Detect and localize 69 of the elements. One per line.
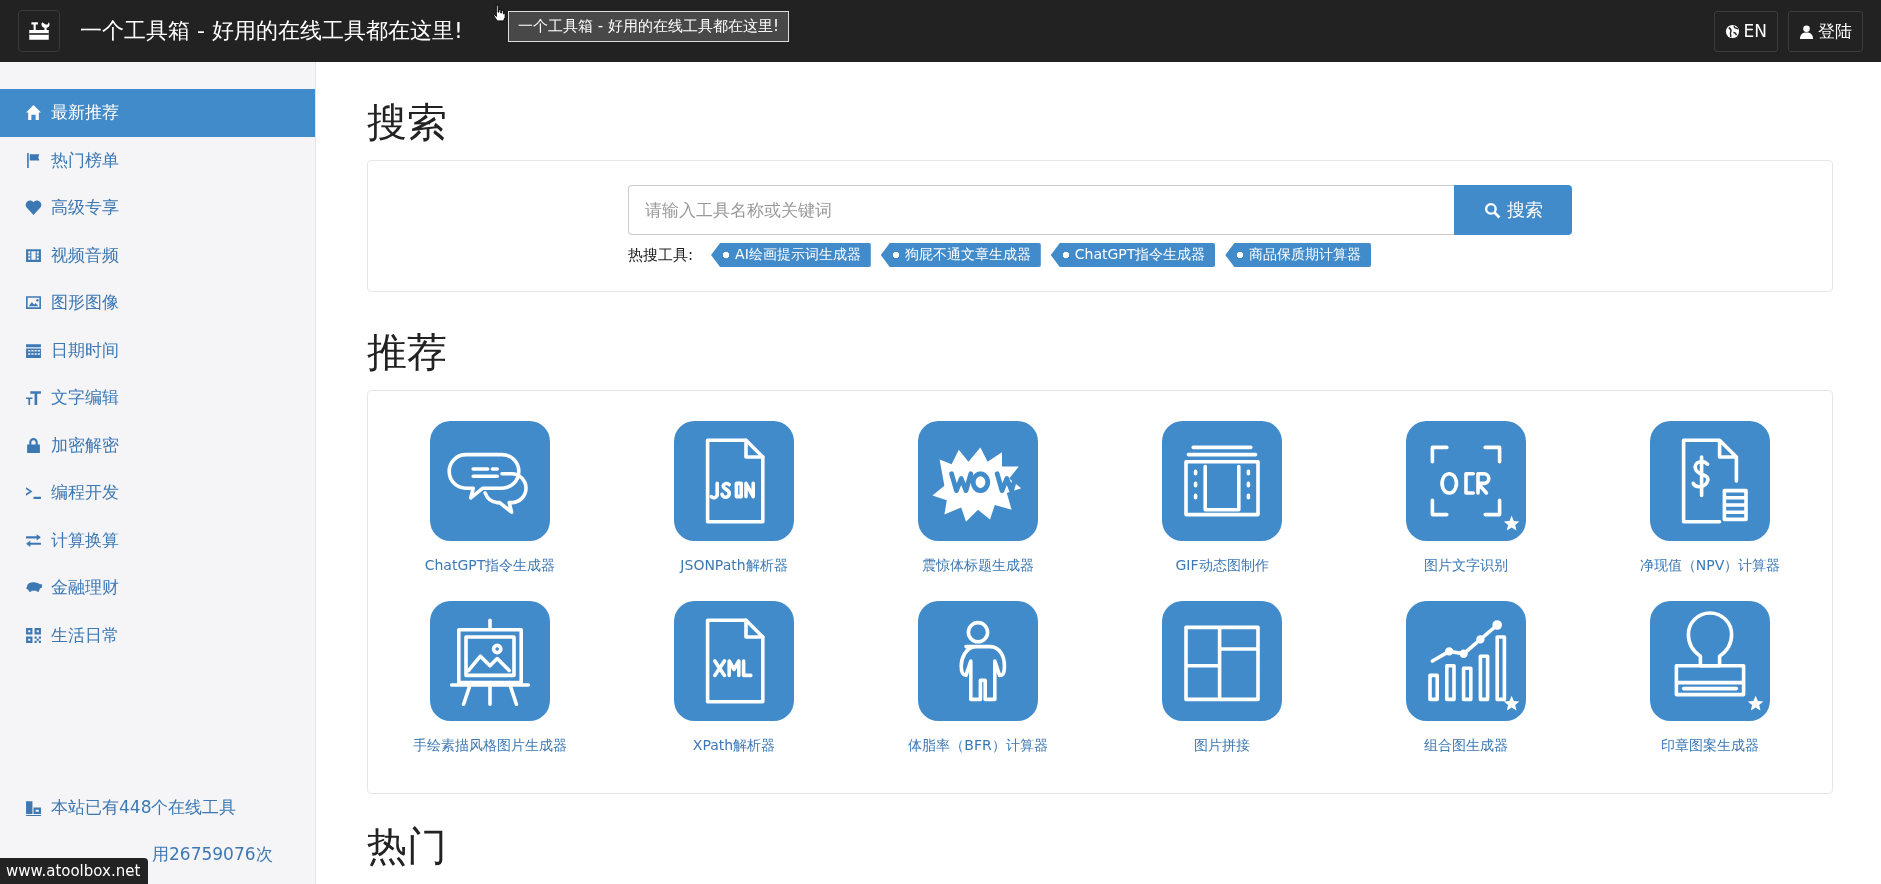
sidebar-item[interactable]: 高级专享: [0, 184, 315, 232]
terminal-icon: [25, 484, 42, 502]
person-icon[interactable]: [918, 601, 1038, 721]
status-url: www.atoolbox.net: [0, 858, 149, 884]
tool-count-text: 本站已有448个在线工具: [51, 796, 237, 819]
sidebar-item[interactable]: 热门榜单: [0, 136, 315, 184]
hot-search-label: 热搜工具:: [628, 245, 694, 265]
layout-grid-icon[interactable]: [1162, 601, 1282, 721]
dollar-file-icon[interactable]: [1650, 421, 1770, 541]
qr-code-icon: [25, 626, 42, 644]
tool-name[interactable]: GIF动态图制作: [1175, 557, 1269, 575]
ocr-scan-icon[interactable]: [1406, 421, 1526, 541]
tooltip: 一个工具箱 - 好用的在线工具都在这里!: [508, 11, 789, 42]
sidebar-item[interactable]: 金融理财: [0, 564, 315, 612]
search-field[interactable]: 请输入工具名称或关键词: [628, 185, 1454, 235]
bar-chart-icon[interactable]: [1406, 601, 1526, 721]
tool-name[interactable]: XPath解析器: [692, 737, 776, 755]
tool-name[interactable]: 图片拼接: [1194, 737, 1250, 755]
globe-icon: [1724, 23, 1740, 39]
sidebar-item[interactable]: 计算换算: [0, 516, 315, 564]
hot-tag[interactable]: ChatGPT指令生成器: [1050, 243, 1216, 267]
sidebar-item[interactable]: 最新推荐: [0, 89, 315, 137]
section-heading: 搜索: [367, 98, 448, 146]
film-frame-icon[interactable]: [1162, 421, 1282, 541]
language-button[interactable]: EN: [1713, 10, 1778, 52]
lock-icon: [25, 436, 42, 454]
easel-icon[interactable]: [430, 601, 550, 721]
sidebar-item[interactable]: 加密解密: [0, 421, 315, 469]
tool-name[interactable]: 组合图生成器: [1424, 737, 1508, 755]
section-heading: 热门: [367, 822, 448, 870]
section-heading: 推荐: [367, 328, 448, 376]
json-file-icon[interactable]: [674, 421, 794, 541]
tool-name[interactable]: 手绘素描风格图片生成器: [413, 737, 567, 755]
login-button[interactable]: 登陆: [1788, 10, 1863, 52]
home-icon: [25, 104, 42, 122]
tool-name[interactable]: 震惊体标题生成器: [922, 557, 1034, 575]
building-icon: [25, 799, 42, 816]
tool-name[interactable]: ChatGPT指令生成器: [424, 557, 556, 575]
toolbox-logo-icon[interactable]: [18, 10, 60, 52]
sidebar-item[interactable]: 图形图像: [0, 279, 315, 327]
search-icon: [1483, 201, 1501, 219]
hot-tag[interactable]: AI绘画提示词生成器: [711, 243, 871, 267]
tool-name[interactable]: 图片文字识别: [1424, 557, 1508, 575]
site-title[interactable]: 一个工具箱 - 好用的在线工具都在这里!: [80, 16, 463, 46]
sidebar-item[interactable]: 日期时间: [0, 326, 315, 374]
tool-name[interactable]: JSONPath解析器: [680, 557, 788, 575]
hot-tag[interactable]: 商品保质期计算器: [1225, 243, 1372, 267]
sidebar-item[interactable]: 文字编辑: [0, 374, 315, 422]
sidebar-item[interactable]: 视频音频: [0, 231, 315, 279]
heart-icon: [25, 199, 42, 217]
film-icon: [25, 246, 42, 264]
flag-icon: [25, 151, 42, 169]
sidebar-item[interactable]: 生活日常: [0, 611, 315, 659]
hot-tag[interactable]: 狗屁不通文章生成器: [880, 243, 1041, 267]
sidebar-item[interactable]: 编程开发: [0, 469, 315, 517]
tool-name[interactable]: 体脂率（BFR）计算器: [908, 737, 1048, 755]
calendar-icon: [25, 341, 42, 359]
tool-name[interactable]: 净现值（NPV）计算器: [1639, 557, 1781, 575]
search-button[interactable]: 搜索: [1454, 185, 1572, 235]
wow-burst-icon[interactable]: [918, 421, 1038, 541]
user-icon: [1799, 23, 1814, 39]
chat-bubbles-icon[interactable]: [430, 421, 550, 541]
image-icon: [25, 294, 42, 312]
hand-cursor-icon: [492, 4, 506, 22]
text-size-icon: [25, 389, 42, 407]
xml-file-icon[interactable]: [674, 601, 794, 721]
stamp-icon[interactable]: [1650, 601, 1770, 721]
tool-name[interactable]: 印章图案生成器: [1661, 737, 1759, 755]
usage-count-text: 用26759076次: [152, 843, 273, 866]
